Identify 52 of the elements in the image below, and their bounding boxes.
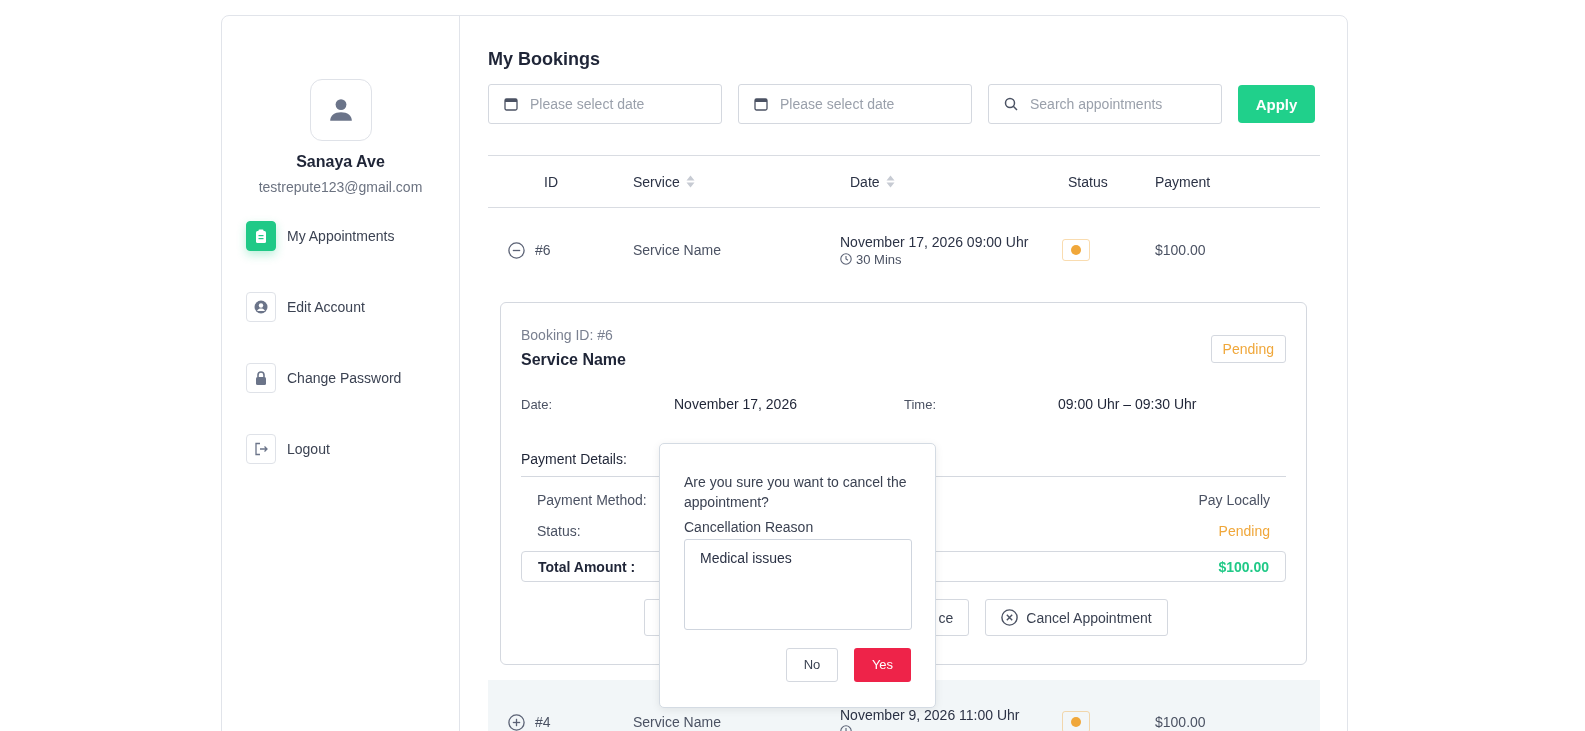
time-label: Time: [904, 396, 938, 412]
clock-icon [840, 253, 852, 265]
expand-icon[interactable] [508, 713, 525, 731]
table-cell: $100.00 [1155, 714, 1206, 730]
column-header: Status [1068, 173, 1108, 190]
table-row[interactable]: #6 Service Name November 17, 2026 09:00 Uhr 30 Mins $100.00 [488, 208, 1320, 292]
table-cell-text: November 17, 2026 09:00 Uhr [840, 233, 1030, 250]
reason-label: Cancellation Reason [684, 518, 815, 535]
table-cell: $100.00 [1155, 242, 1206, 258]
service-title: Service Name [521, 351, 626, 369]
table-cell: #4 [535, 714, 551, 730]
user-email: testrepute123@gmail.com [258, 179, 423, 195]
yes-button[interactable]: Yes [854, 647, 911, 682]
status-badge: Pending [1210, 335, 1286, 363]
page-title: My Bookings [488, 49, 601, 70]
cancel-circle-icon [1001, 609, 1019, 626]
nav-item[interactable]: Change Password [246, 363, 459, 393]
reason-field[interactable]: Medical issues [684, 538, 912, 630]
no-button[interactable]: No [786, 647, 838, 682]
payment-label: Payment Method: [537, 492, 647, 508]
table-cell-text: November 9, 2026 11:00 Uhr [840, 707, 1021, 723]
date-field[interactable]: Please select date [488, 84, 722, 124]
logout-icon [254, 442, 268, 456]
table-cell: Service Name [633, 242, 721, 258]
user-circle-icon [254, 300, 268, 314]
column-header: ID [544, 173, 558, 190]
payment-label: Status: [537, 523, 581, 539]
cancel-appointment-button[interactable]: Cancel Appointment [985, 599, 1168, 636]
date-value: November 17, 2026 [674, 396, 798, 412]
column-header: Payment [1155, 173, 1211, 190]
avatar-icon [309, 79, 372, 141]
time-value: 09:00 Uhr – 09:30 Uhr [1058, 396, 1197, 412]
collapse-icon[interactable] [508, 241, 525, 259]
lock-icon [255, 371, 267, 385]
payment-value: Pay Locally [1198, 492, 1270, 508]
column-header[interactable]: Date [850, 173, 895, 190]
date-label: Date: [521, 396, 554, 412]
total-value: $100.00 [1218, 558, 1269, 575]
nav-item[interactable]: My Appointments [246, 221, 459, 251]
table-cell: #6 [535, 242, 551, 258]
nav-item[interactable]: Edit Account [246, 292, 459, 322]
booking-id: Booking ID: #6 [521, 327, 614, 343]
column-header[interactable]: Service [633, 173, 695, 190]
date-field[interactable]: Please select date [738, 84, 972, 124]
table-cell: Service Name [633, 714, 721, 730]
nav-item[interactable]: Logout [246, 434, 459, 464]
duration-text: 30 Mins [856, 251, 902, 267]
search-field[interactable]: Search appointments [988, 84, 1222, 124]
payment-value: Pending [1218, 523, 1270, 539]
user-name: Sanaya Ave [296, 153, 385, 171]
total-label: Total Amount : [538, 558, 636, 575]
clipboard-icon [255, 229, 267, 243]
